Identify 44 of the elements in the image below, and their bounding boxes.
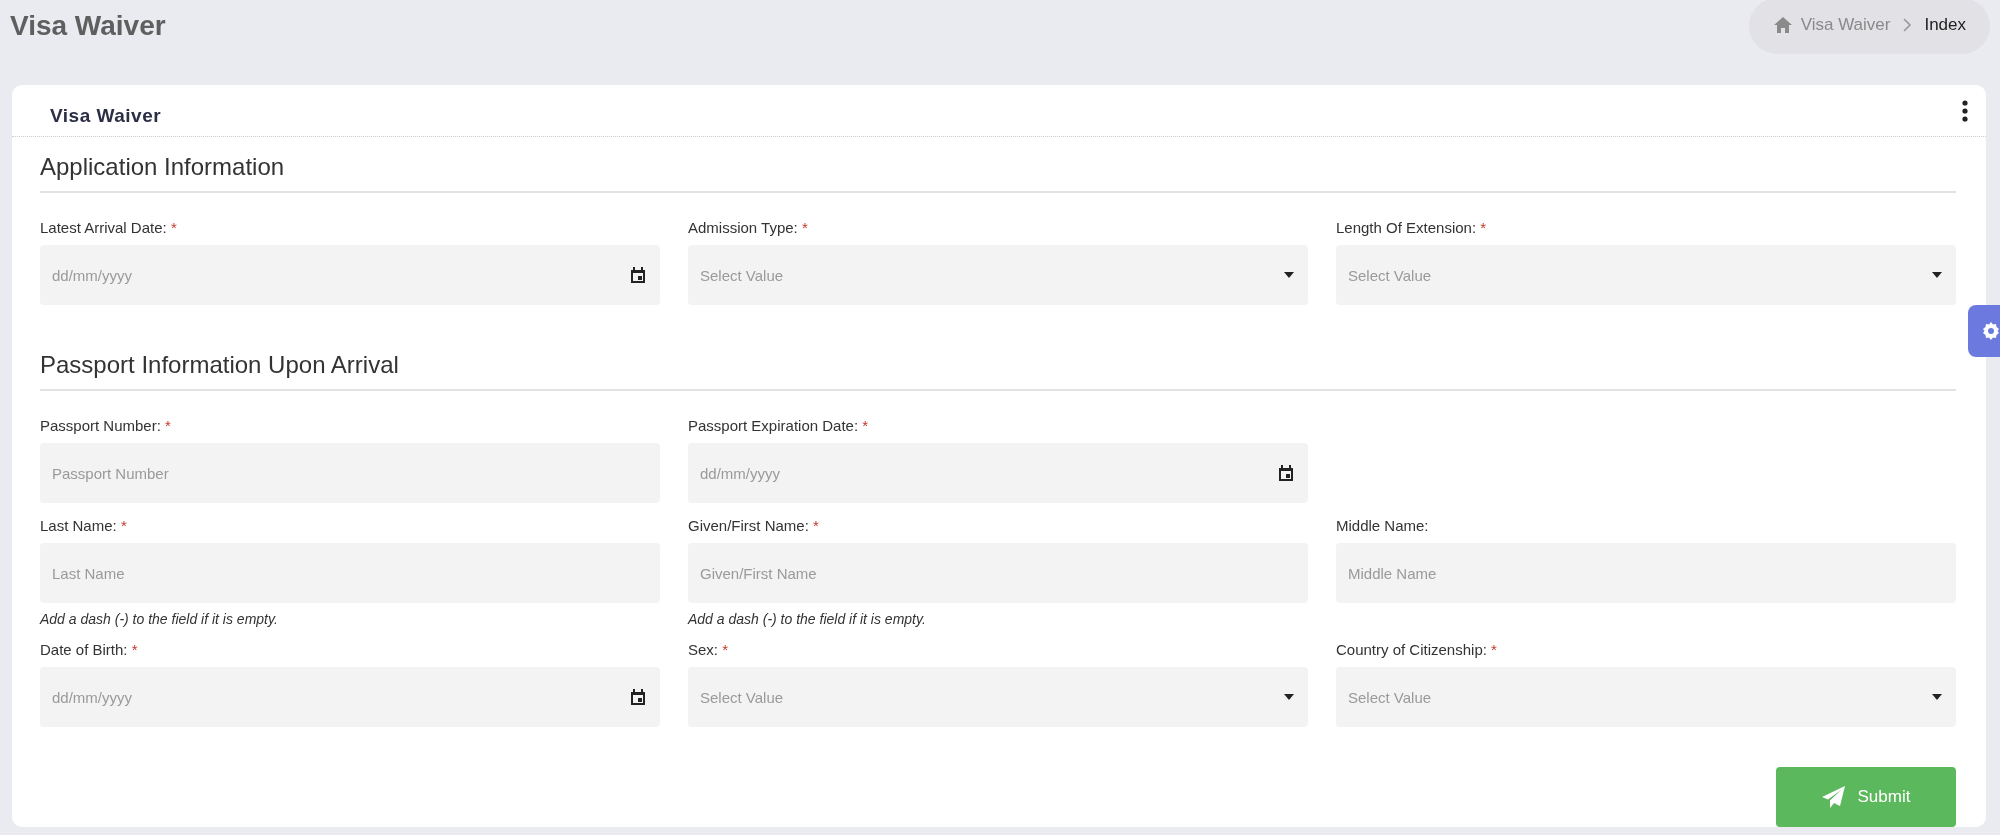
input-field[interactable]: Passport Number — [40, 443, 660, 503]
submit-button[interactable]: Submit — [1776, 767, 1956, 827]
field-label: Passport Expiration Date: * — [688, 417, 869, 434]
field-label: Country of Citizenship: * — [1336, 641, 1497, 658]
field-label: Middle Name: — [1336, 517, 1429, 534]
field-label: Latest Arrival Date: * — [40, 219, 177, 236]
input-field[interactable]: Middle Name — [1336, 543, 1956, 603]
field-label: Date of Birth: * — [40, 641, 138, 658]
more-options-icon[interactable] — [1962, 99, 1968, 122]
section-title: Application Information — [40, 137, 1956, 193]
hint-text: Add a dash (-) to the field if it is empty. — [688, 611, 927, 627]
select-dropdown[interactable]: Select Value — [1336, 245, 1956, 305]
field-label: Sex: * — [688, 641, 729, 658]
select-dropdown[interactable]: Select Value — [688, 245, 1308, 305]
calendar-icon[interactable] — [630, 266, 646, 284]
date-field[interactable]: dd/mm/yyyy — [40, 245, 660, 305]
field-label: Length Of Extension: * — [1336, 219, 1487, 236]
field-label: Passport Number: * — [40, 417, 171, 434]
card-title: Visa Waiver — [50, 103, 162, 127]
select-dropdown[interactable]: Select Value — [688, 667, 1308, 727]
hint-text: Add a dash (-) to the field if it is empty. — [40, 611, 279, 627]
breadcrumb-link[interactable]: Index — [1924, 15, 1966, 35]
page-title: Visa Waiver — [10, 10, 166, 42]
input-field[interactable]: Given/First Name — [688, 543, 1308, 603]
caret-icon — [1284, 272, 1294, 278]
date-field[interactable]: dd/mm/yyyy — [688, 443, 1308, 503]
select-dropdown[interactable]: Select Value — [1336, 667, 1956, 727]
settings-tab[interactable] — [1968, 305, 2000, 357]
input-field[interactable]: Last Name — [40, 543, 660, 603]
breadcrumb-link[interactable]: Visa Waiver — [1772, 15, 1891, 35]
calendar-icon[interactable] — [1278, 464, 1294, 482]
caret-icon — [1932, 694, 1942, 700]
settings-icon — [1982, 322, 2000, 340]
field-label: Admission Type: * — [688, 219, 808, 236]
field-label: Last Name: * — [40, 517, 127, 534]
caret-icon — [1932, 272, 1942, 278]
home-icon — [1772, 16, 1793, 34]
chevron-icon — [1902, 18, 1913, 32]
paper-plane-icon — [1821, 786, 1846, 808]
field-label: Given/First Name: * — [688, 517, 819, 534]
section-title: Passport Information Upon Arrival — [40, 319, 1956, 391]
calendar-icon[interactable] — [630, 688, 646, 706]
caret-icon — [1284, 694, 1294, 700]
date-field[interactable]: dd/mm/yyyy — [40, 667, 660, 727]
